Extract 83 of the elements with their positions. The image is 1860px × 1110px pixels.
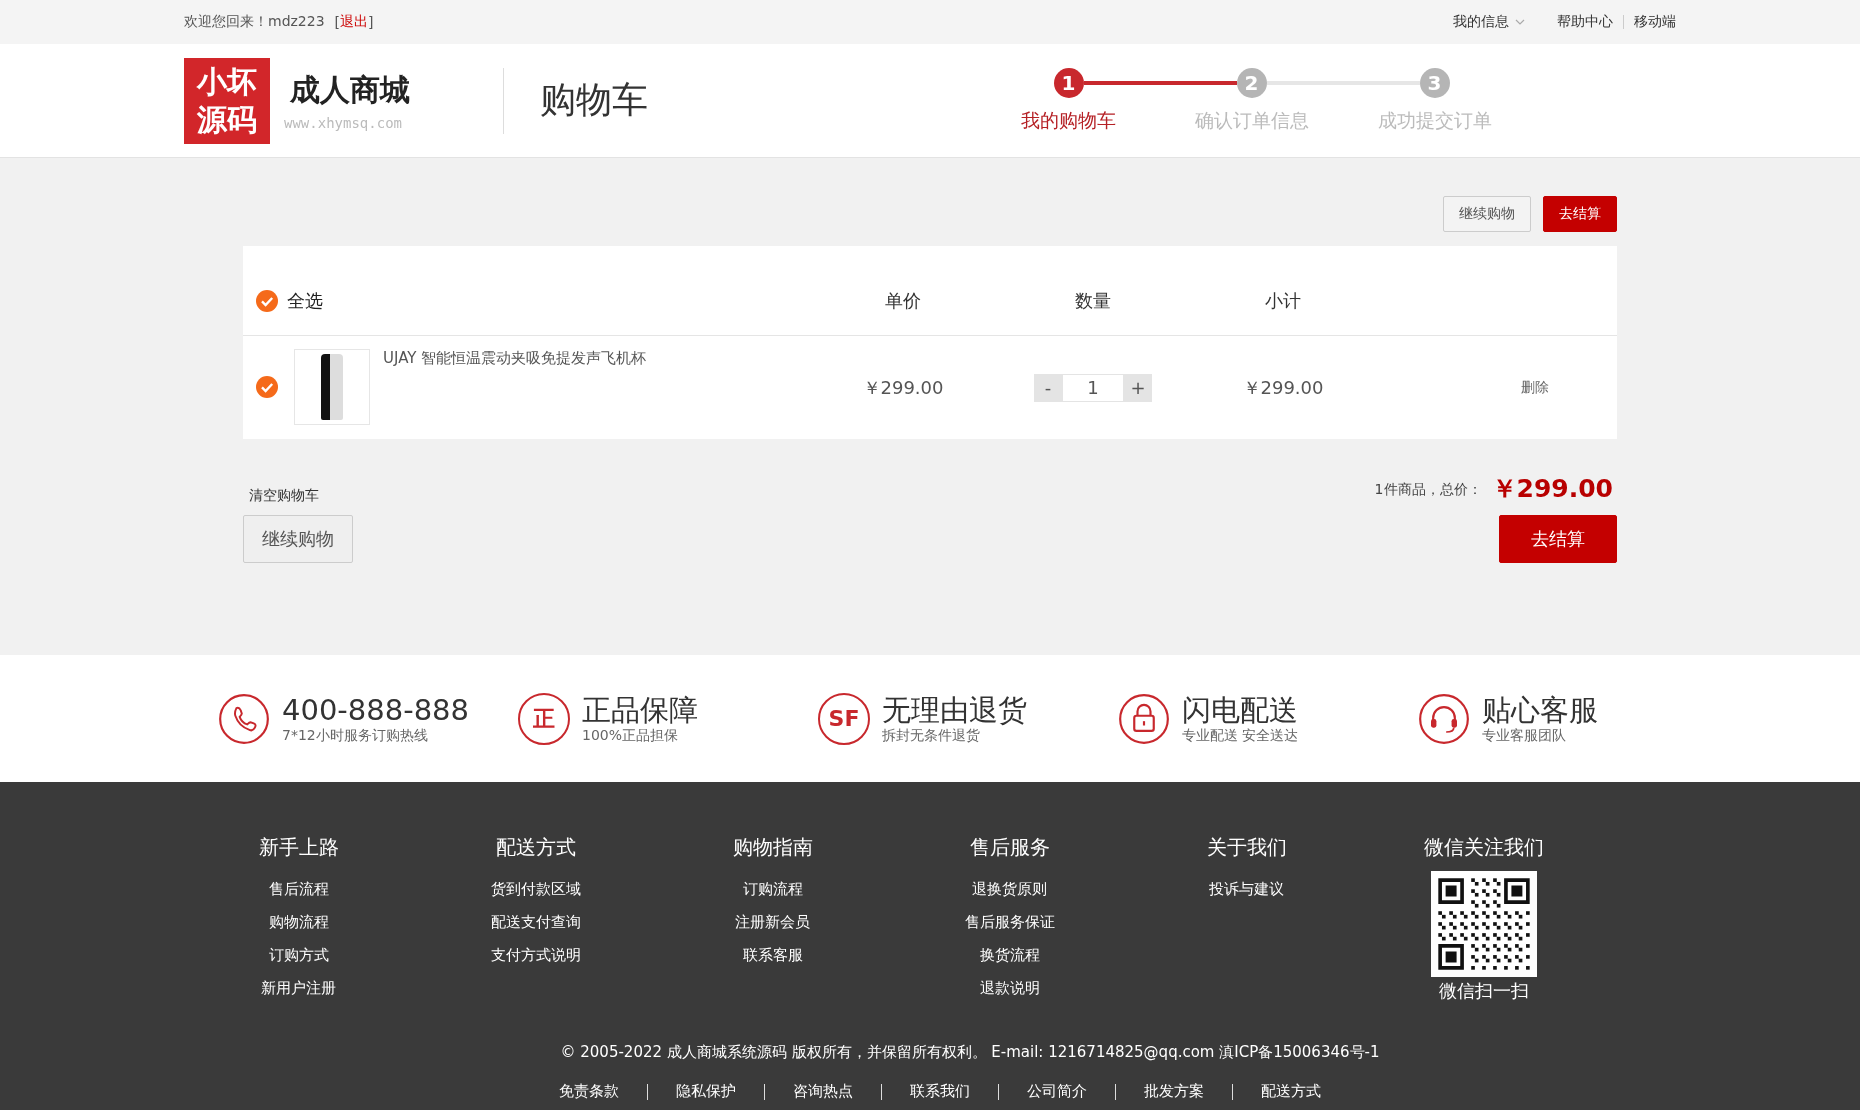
footer-link[interactable]: 咨询热点: [765, 1082, 881, 1101]
footer-link[interactable]: 新用户注册: [261, 972, 336, 1005]
footer-link[interactable]: 售后流程: [268, 873, 329, 906]
footer-link[interactable]: 配送支付查询: [490, 906, 581, 939]
footer-link[interactable]: 联系我们: [882, 1082, 998, 1101]
footer-link[interactable]: 货到付款区域: [490, 873, 581, 906]
footer-link[interactable]: 支付方式说明: [490, 939, 581, 972]
step-label: 成功提交订单: [1377, 107, 1492, 133]
footer-link[interactable]: 订购流程: [742, 873, 803, 906]
footer-link[interactable]: 退款说明: [979, 972, 1040, 1005]
quantity-field[interactable]: 1: [1062, 373, 1124, 402]
bracket-text: ]: [368, 14, 374, 30]
column-header: 数量: [1074, 288, 1112, 313]
service-title: 正品保障: [582, 692, 698, 727]
footer-link[interactable]: 退换货原则: [972, 873, 1047, 906]
column-header: 单价: [884, 288, 922, 313]
top-nav-link[interactable]: 移动端: [1634, 13, 1676, 31]
footer-link[interactable]: 批发方案: [1116, 1082, 1232, 1101]
service-subtitle: 专业客服团队: [1482, 726, 1567, 745]
shop-url: www.xhymsq.com: [284, 115, 403, 131]
chevron-down-icon: [1515, 19, 1525, 25]
step-number: 3: [1419, 67, 1450, 98]
service-title: 闪电配送: [1182, 692, 1299, 727]
service-title: 400-888-888: [282, 692, 469, 727]
continue-shopping-button[interactable]: 继续购物: [243, 515, 353, 563]
total-price: ￥299.00: [1491, 472, 1613, 505]
select-all-checkbox[interactable]: [256, 289, 278, 312]
footer-link[interactable]: 购物流程: [268, 906, 329, 939]
footer-heading: 配送方式: [495, 834, 576, 861]
step-label: 我的购物车: [1021, 107, 1116, 133]
headset-icon: [1418, 692, 1470, 745]
logo-mark: 小坏 源码: [184, 57, 270, 144]
total-label: 1件商品，总价：: [1374, 481, 1482, 499]
footer-link[interactable]: 免责条款: [531, 1082, 647, 1101]
decrease-button[interactable]: -: [1034, 373, 1062, 402]
bracket-text: [: [334, 14, 341, 30]
service-badge-icon: 正: [518, 692, 570, 745]
footer-heading: 新手上路: [258, 834, 339, 861]
footer-link[interactable]: 售后服务保证: [964, 906, 1055, 939]
footer-heading: 关于我们: [1206, 834, 1287, 861]
footer-heading: 售后服务: [969, 834, 1050, 861]
service-subtitle: 7*12小时服务订购热线: [282, 726, 429, 745]
lock-icon: [1118, 692, 1170, 745]
qr-caption: 微信扫一扫: [1438, 979, 1529, 1003]
step-number: 2: [1236, 67, 1267, 98]
footer-link[interactable]: 配送方式: [1233, 1082, 1349, 1101]
footer-link[interactable]: 换货流程: [979, 939, 1040, 972]
service-title: 无理由退货: [882, 692, 1027, 727]
delete-link[interactable]: 删除: [1521, 378, 1549, 397]
footer-heading: 购物指南: [732, 834, 813, 861]
item-checkbox[interactable]: [256, 376, 278, 398]
top-nav-link[interactable]: 我的信息: [1453, 13, 1525, 31]
clear-cart-link[interactable]: 清空购物车: [249, 487, 319, 505]
logout-link[interactable]: 退出: [340, 13, 369, 31]
footer-link[interactable]: 公司简介: [999, 1082, 1115, 1101]
phone-icon: [218, 692, 270, 745]
service-subtitle: 专业配送 安全送达: [1182, 726, 1299, 745]
increase-button[interactable]: +: [1124, 373, 1152, 402]
subtotal: ￥299.00: [1241, 375, 1325, 400]
unit-price: ￥299.00: [861, 375, 945, 400]
footer-link[interactable]: 投诉与建议: [1209, 873, 1284, 906]
service-subtitle: 拆封无条件退货: [882, 726, 981, 745]
checkout-button[interactable]: 去结算: [1499, 515, 1617, 563]
page-title: 购物车: [540, 78, 648, 122]
footer-link[interactable]: 订购方式: [268, 939, 329, 972]
step-label: 确认订单信息: [1194, 107, 1309, 133]
service-subtitle: 100%正品担保: [582, 726, 680, 745]
footer-link[interactable]: 隐私保护: [648, 1082, 764, 1101]
service-title: 贴心客服: [1482, 692, 1598, 727]
checkout-button[interactable]: 去结算: [1543, 196, 1617, 232]
continue-shopping-button[interactable]: 继续购物: [1443, 196, 1531, 232]
welcome-text: 欢迎您回来！mdz223: [184, 13, 325, 31]
footer-heading: 微信关注我们: [1423, 834, 1544, 861]
footer-link[interactable]: 注册新会员: [735, 906, 810, 939]
footer-link[interactable]: 联系客服: [742, 939, 803, 972]
service-badge-icon: SF: [818, 692, 870, 745]
column-header: 小计: [1264, 288, 1302, 313]
product-name-link[interactable]: UJAY 智能恒温震动夹吸免提发声飞机杯: [383, 349, 647, 368]
step-number: 1: [1053, 67, 1084, 98]
top-nav-link[interactable]: 帮助中心: [1557, 13, 1613, 31]
select-all-label: 全选: [287, 288, 323, 313]
shop-name: 成人商城: [290, 71, 411, 109]
copyright-text: © 2005-2022 成人商城系统源码 版权所有，并保留所有权利。 E-mail: 1216714825@qq.com 滇ICP备15006346号-1: [559, 1043, 1381, 1062]
